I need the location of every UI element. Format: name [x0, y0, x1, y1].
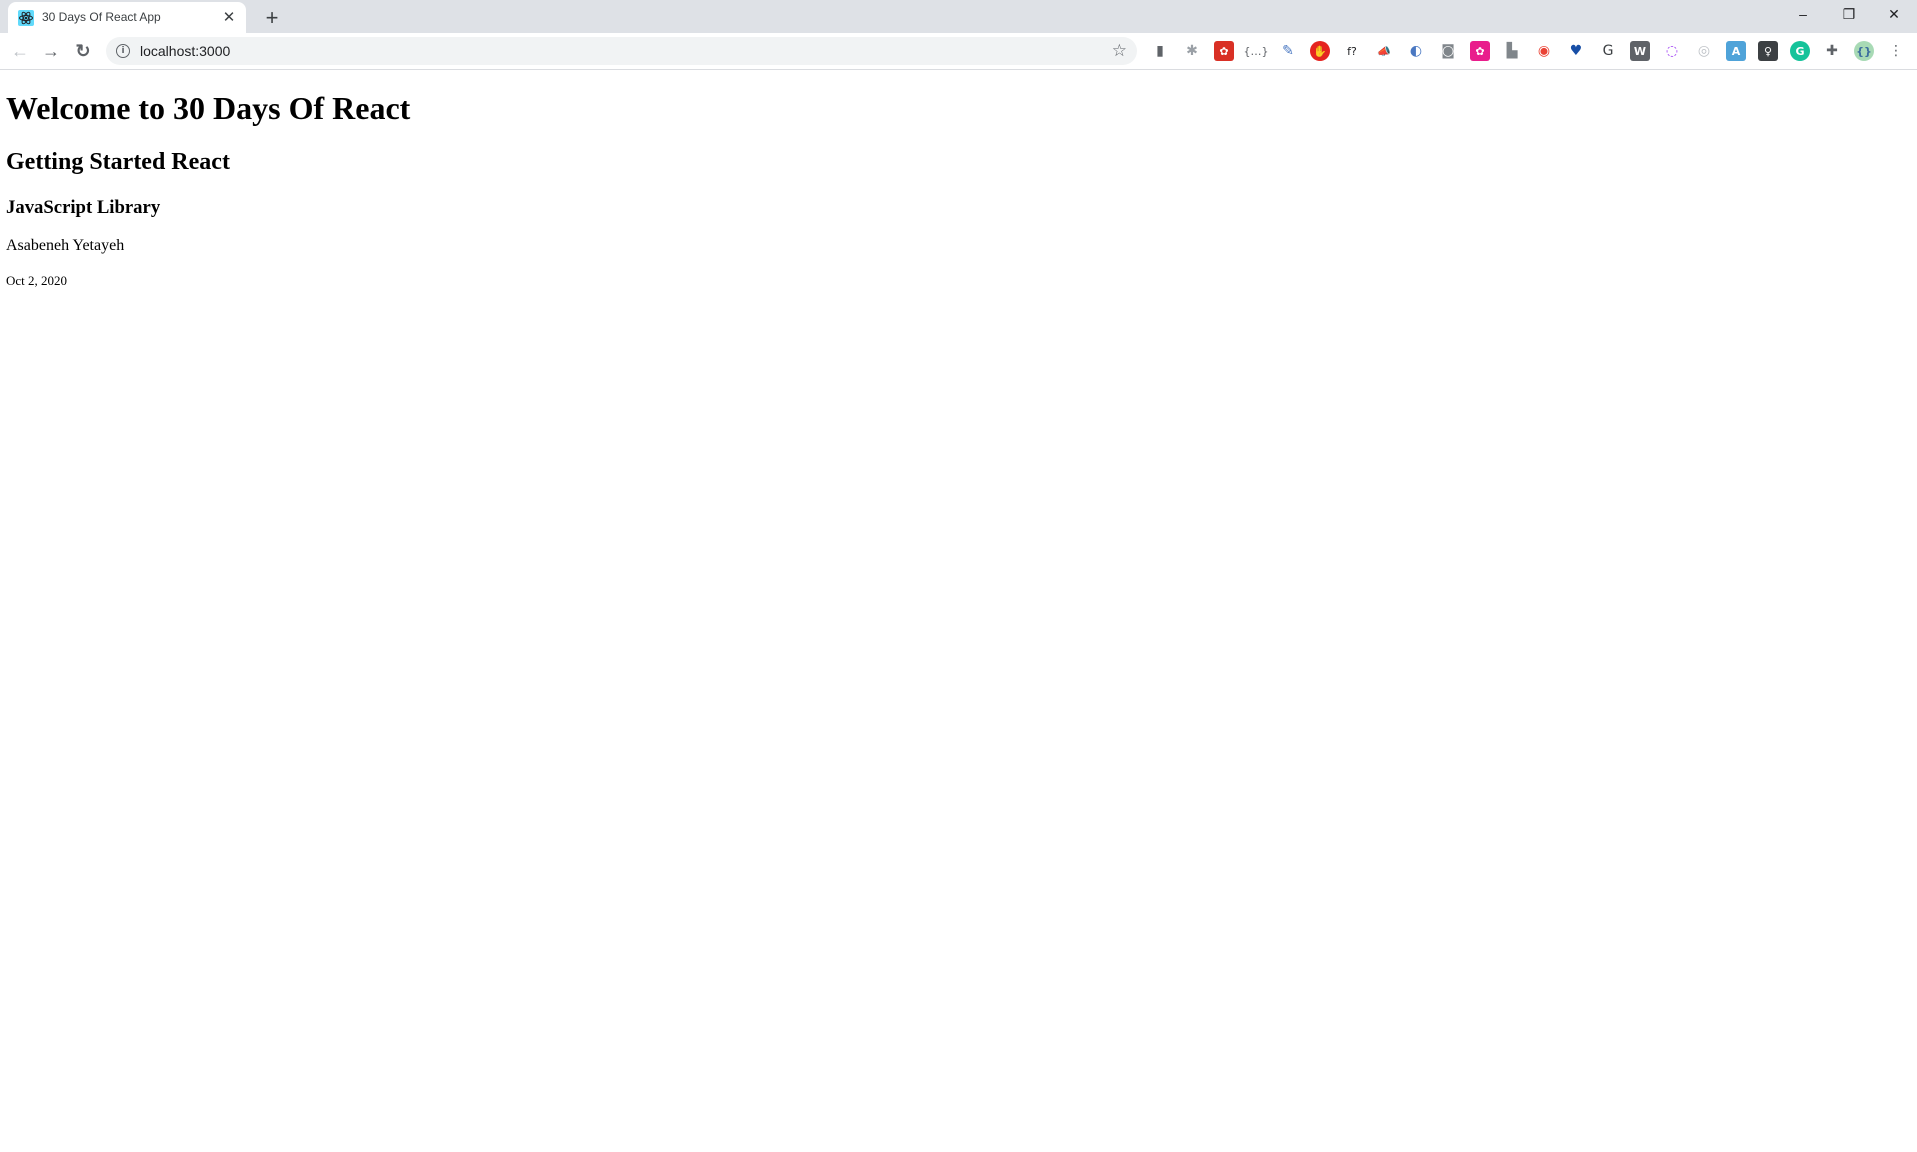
trello-icon[interactable]: ▮ [1150, 41, 1170, 61]
browser-tab[interactable]: 30 Days Of React App ✕ [8, 2, 246, 33]
g-circle-icon[interactable]: G [1598, 41, 1618, 61]
forward-button[interactable]: → [37, 37, 65, 65]
tab-title: 30 Days Of React App [42, 10, 161, 24]
restore-button[interactable]: ❐ [1826, 0, 1872, 28]
menu-kebab-icon[interactable]: ⋮ [1886, 41, 1906, 61]
author-name: Asabeneh Yetayeh [6, 237, 125, 254]
profile-avatar-icon[interactable]: {} [1854, 41, 1874, 61]
blue-swirl-icon[interactable]: ◐ [1406, 41, 1426, 61]
react-devtools-icon[interactable]: ✿ [1214, 41, 1234, 61]
bookmark-star-icon[interactable]: ☆ [1112, 40, 1127, 62]
address-bar[interactable]: i localhost:3000 ☆ [106, 37, 1137, 65]
grey-step-icon[interactable]: ▙ [1502, 41, 1522, 61]
json-viewer-icon[interactable]: {…} [1244, 41, 1269, 61]
bug-icon[interactable]: ✱ [1182, 41, 1202, 61]
tab-strip: 30 Days Of React App ✕ + – ❐ ✕ [0, 0, 1917, 33]
site-info-icon[interactable]: i [116, 44, 130, 58]
minimize-button[interactable]: – [1780, 0, 1826, 28]
adblock-icon[interactable]: ✋ [1310, 41, 1330, 61]
color-picker-icon[interactable]: ✎ [1278, 41, 1298, 61]
publish-date: Oct 2, 2020 [6, 273, 68, 288]
keyboard-a-icon[interactable]: A [1726, 41, 1746, 61]
tab-close-button[interactable]: ✕ [220, 9, 238, 27]
heart-search-icon[interactable]: ♥ [1566, 41, 1586, 61]
page-subtitle: Getting Started React [6, 149, 230, 175]
wappalyzer-icon[interactable]: W [1630, 41, 1650, 61]
red-bookmark-icon[interactable]: ◉ [1534, 41, 1554, 61]
page-title: Welcome to 30 Days Of React [6, 90, 411, 126]
react-logo-icon [18, 10, 34, 26]
back-button[interactable]: ← [6, 37, 34, 65]
pink-flower-icon[interactable]: ✿ [1470, 41, 1490, 61]
announcement-icon[interactable]: 📣 [1374, 41, 1394, 61]
colorful-ring-icon[interactable]: ◌ [1662, 41, 1682, 61]
grey-target-icon[interactable]: ◎ [1694, 41, 1714, 61]
new-tab-button[interactable]: + [258, 4, 286, 32]
url-text[interactable]: localhost:3000 [140, 43, 230, 59]
page-tagline: JavaScript Library [6, 197, 161, 218]
camera-icon[interactable]: ◙ [1438, 41, 1458, 61]
browser-toolbar: ← → ↻ i localhost:3000 ☆ ▮ ✱ ✿ {…} ✎ ✋ f? 📣 ◐ ◙ ✿ ▙… [0, 33, 1917, 70]
window-close-button[interactable]: ✕ [1871, 0, 1917, 28]
grammarly-icon[interactable]: G [1790, 41, 1810, 61]
lightbulb-icon[interactable]: ♀ [1758, 41, 1778, 61]
reload-button[interactable]: ↻ [69, 37, 97, 65]
font-identifier-icon[interactable]: f? [1342, 41, 1362, 61]
puzzle-extensions-icon[interactable]: ✚ [1822, 41, 1842, 61]
